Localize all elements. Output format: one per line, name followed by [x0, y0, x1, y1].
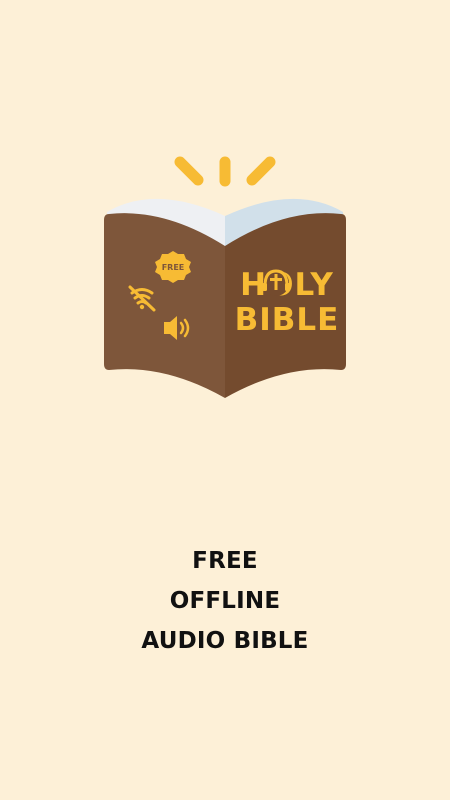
light-rays-icon [174, 156, 276, 187]
tagline-offline: OFFLINE [169, 588, 281, 614]
splash-screen: FREE HOLY BIBLE [0, 0, 450, 800]
left-cover [104, 213, 225, 398]
tagline-free: FREE [192, 548, 258, 574]
open-bible-icon: FREE HOLY BIBLE [104, 156, 346, 398]
holy-bible-logo: FREE HOLY BIBLE [95, 150, 355, 405]
free-badge-label: FREE [162, 263, 185, 272]
tagline-audio-bible: AUDIO BIBLE [141, 628, 309, 654]
cover-title-bible: BIBLE [235, 302, 340, 338]
